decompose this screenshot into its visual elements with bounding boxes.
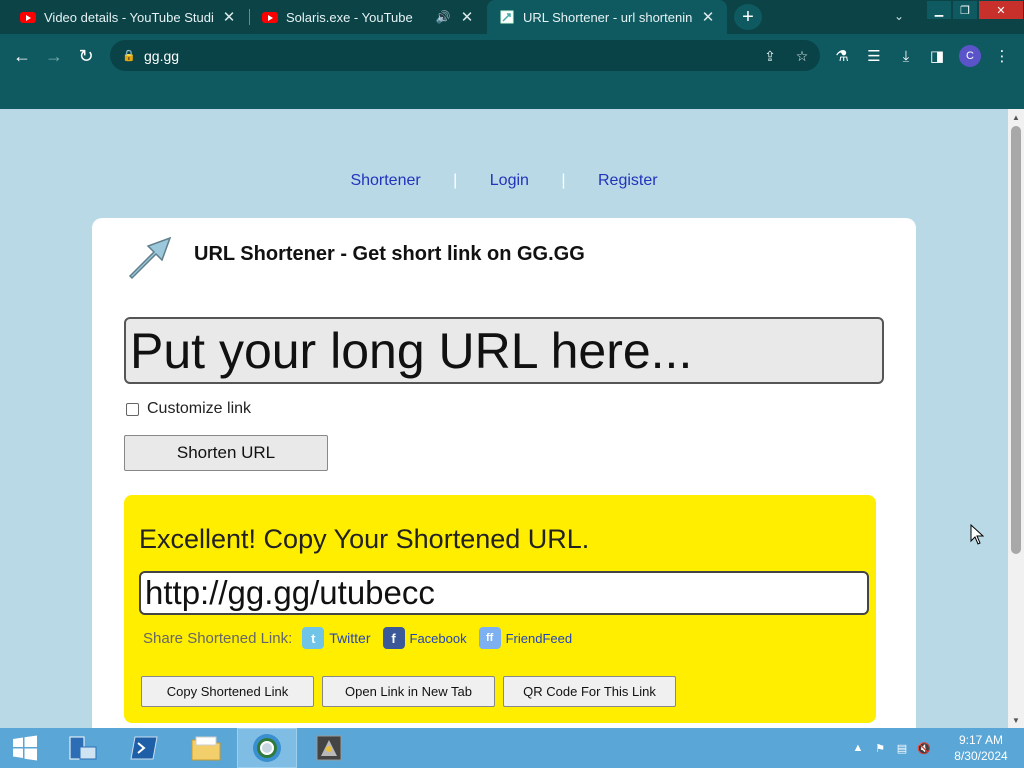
share-icon[interactable]: ⇪ bbox=[760, 46, 780, 66]
menu-kebab-icon[interactable]: ⋮ bbox=[992, 46, 1012, 66]
app-taskbar-item[interactable] bbox=[299, 728, 359, 768]
speaker-icon[interactable]: 🔊 bbox=[434, 8, 452, 26]
scroll-thumb[interactable] bbox=[1011, 126, 1021, 554]
share-label: Share Shortened Link: bbox=[143, 629, 293, 647]
action-center-flag-icon[interactable]: ⚑ bbox=[872, 740, 888, 756]
system-clock[interactable]: 9:17 AM 8/30/2024 bbox=[946, 732, 1016, 764]
twitter-link[interactable]: Twitter bbox=[329, 630, 370, 646]
tab-solaris-youtube[interactable]: Solaris.exe - YouTube 🔊 ✕ bbox=[250, 0, 486, 34]
media-queue-icon[interactable]: ☰ bbox=[864, 46, 884, 66]
server-manager-icon bbox=[69, 736, 97, 760]
close-tab-icon[interactable]: ✕ bbox=[699, 8, 717, 26]
mouse-cursor-icon bbox=[970, 524, 984, 545]
profile-avatar[interactable]: C bbox=[959, 45, 981, 67]
bookmark-star-icon[interactable]: ☆ bbox=[792, 46, 812, 66]
close-window-button[interactable]: ✕ bbox=[978, 0, 1024, 20]
file-explorer-taskbar-item[interactable] bbox=[176, 728, 236, 768]
server-manager-taskbar-item[interactable] bbox=[52, 728, 112, 768]
page-scrollbar[interactable]: ▲ ▼ bbox=[1008, 109, 1024, 728]
minimize-button[interactable]: ▁ bbox=[926, 0, 952, 20]
tab-title: URL Shortener - url shortening s bbox=[523, 9, 693, 25]
tray-overflow-chevron-icon[interactable]: ▲ bbox=[850, 740, 866, 756]
chrome-taskbar-item[interactable] bbox=[237, 728, 297, 768]
share-friendfeed[interactable]: ff FriendFeed bbox=[478, 627, 572, 649]
reload-icon[interactable]: ↻ bbox=[72, 42, 100, 70]
site-favicon bbox=[499, 9, 515, 25]
tab-strip: Video details - YouTube Studio ✕ Solaris… bbox=[0, 0, 1024, 34]
new-tab-button[interactable]: + bbox=[734, 4, 762, 30]
nav-register-link[interactable]: Register bbox=[598, 172, 658, 189]
clock-date: 8/30/2024 bbox=[954, 749, 1008, 763]
window-controls: ▁ ❐ ✕ bbox=[926, 0, 1024, 20]
qr-code-button[interactable]: QR Code For This Link bbox=[503, 676, 676, 707]
forward-icon[interactable]: → bbox=[40, 42, 68, 70]
tab-url-shortener[interactable]: URL Shortener - url shortening s ✕ bbox=[487, 0, 727, 34]
tab-title: Solaris.exe - YouTube bbox=[286, 9, 413, 25]
twitter-icon: t bbox=[302, 627, 325, 649]
customize-link-checkbox[interactable] bbox=[126, 402, 139, 416]
nav-separator: | bbox=[561, 172, 566, 189]
result-actions: Copy Shortened Link Open Link in New Tab… bbox=[141, 676, 684, 707]
side-panel-icon[interactable]: ◨ bbox=[927, 46, 947, 66]
nav-login-link[interactable]: Login bbox=[490, 172, 529, 189]
page-title: URL Shortener - Get short link on GG.GG bbox=[194, 243, 585, 265]
facebook-icon: f bbox=[382, 627, 405, 649]
back-icon[interactable]: ← bbox=[8, 42, 36, 70]
clock-time: 9:17 AM bbox=[958, 733, 1004, 747]
browser-toolbar: ← → ↻ 🔒 gg.gg ⇪ ☆ ⚗ ☰ ⤓ ◨ C ⋮ bbox=[0, 34, 1024, 77]
tab-search-chevron-icon[interactable]: ⌄ bbox=[890, 7, 908, 25]
long-url-input[interactable]: Put your long URL here... bbox=[124, 317, 884, 384]
system-tray: ▲ ⚑ ▤ 🔇 bbox=[850, 728, 938, 768]
address-bar[interactable]: 🔒 gg.gg ⇪ ☆ bbox=[110, 40, 820, 71]
customize-link-row: Customize link bbox=[126, 400, 251, 418]
network-icon[interactable]: ▤ bbox=[894, 740, 910, 756]
shortener-card: URL Shortener - Get short link on GG.GG … bbox=[92, 218, 916, 728]
lock-icon: 🔒 bbox=[122, 50, 136, 62]
top-nav: Shortener | Login | Register bbox=[0, 172, 1008, 190]
close-tab-icon[interactable]: ✕ bbox=[458, 8, 476, 26]
windows-logo-icon bbox=[13, 735, 37, 761]
youtube-icon bbox=[262, 9, 278, 25]
customize-link-label: Customize link bbox=[147, 400, 252, 417]
nav-shortener-link[interactable]: Shortener bbox=[350, 172, 420, 189]
powershell-icon bbox=[130, 736, 158, 760]
address-url: gg.gg bbox=[144, 47, 180, 64]
scroll-up-arrow-icon[interactable]: ▲ bbox=[1008, 109, 1024, 125]
tab-title: Video details - YouTube Studio bbox=[44, 9, 214, 25]
open-new-tab-button[interactable]: Open Link in New Tab bbox=[322, 676, 495, 707]
tab-youtube-studio[interactable]: Video details - YouTube Studio ✕ bbox=[8, 0, 248, 34]
share-twitter[interactable]: t Twitter bbox=[302, 627, 371, 649]
taskbar: ▲ ⚑ ▤ 🔇 9:17 AM 8/30/2024 bbox=[0, 728, 1024, 768]
shorten-url-button[interactable]: Shorten URL bbox=[124, 435, 328, 471]
start-button[interactable] bbox=[0, 728, 50, 768]
powershell-taskbar-item[interactable] bbox=[114, 728, 174, 768]
folder-icon bbox=[191, 736, 221, 761]
short-url-field[interactable]: http://gg.gg/utubecc bbox=[139, 571, 869, 615]
youtube-icon bbox=[20, 9, 36, 25]
result-box: Excellent! Copy Your Shortened URL. http… bbox=[124, 495, 876, 723]
bookmark-bar bbox=[0, 77, 1024, 109]
copy-link-button[interactable]: Copy Shortened Link bbox=[141, 676, 314, 707]
volume-muted-icon[interactable]: 🔇 bbox=[916, 740, 932, 756]
arrow-logo-icon bbox=[128, 236, 172, 280]
close-tab-icon[interactable]: ✕ bbox=[220, 8, 238, 26]
share-row: Share Shortened Link: t Twitter f Facebo… bbox=[143, 627, 584, 649]
page-viewport: Shortener | Login | Register URL Shorten… bbox=[0, 109, 1008, 728]
app-icon bbox=[316, 735, 342, 761]
share-facebook[interactable]: f Facebook bbox=[382, 627, 467, 649]
friendfeed-link[interactable]: FriendFeed bbox=[506, 631, 572, 646]
nav-separator: | bbox=[453, 172, 458, 189]
result-title: Excellent! Copy Your Shortened URL. bbox=[139, 524, 590, 554]
scroll-down-arrow-icon[interactable]: ▼ bbox=[1008, 712, 1024, 728]
chrome-browser-icon bbox=[253, 734, 281, 762]
labs-flask-icon[interactable]: ⚗ bbox=[832, 46, 852, 66]
facebook-link[interactable]: Facebook bbox=[410, 631, 467, 646]
restore-button[interactable]: ❐ bbox=[952, 0, 978, 20]
download-icon[interactable]: ⤓ bbox=[896, 46, 916, 66]
friendfeed-icon: ff bbox=[478, 627, 501, 649]
